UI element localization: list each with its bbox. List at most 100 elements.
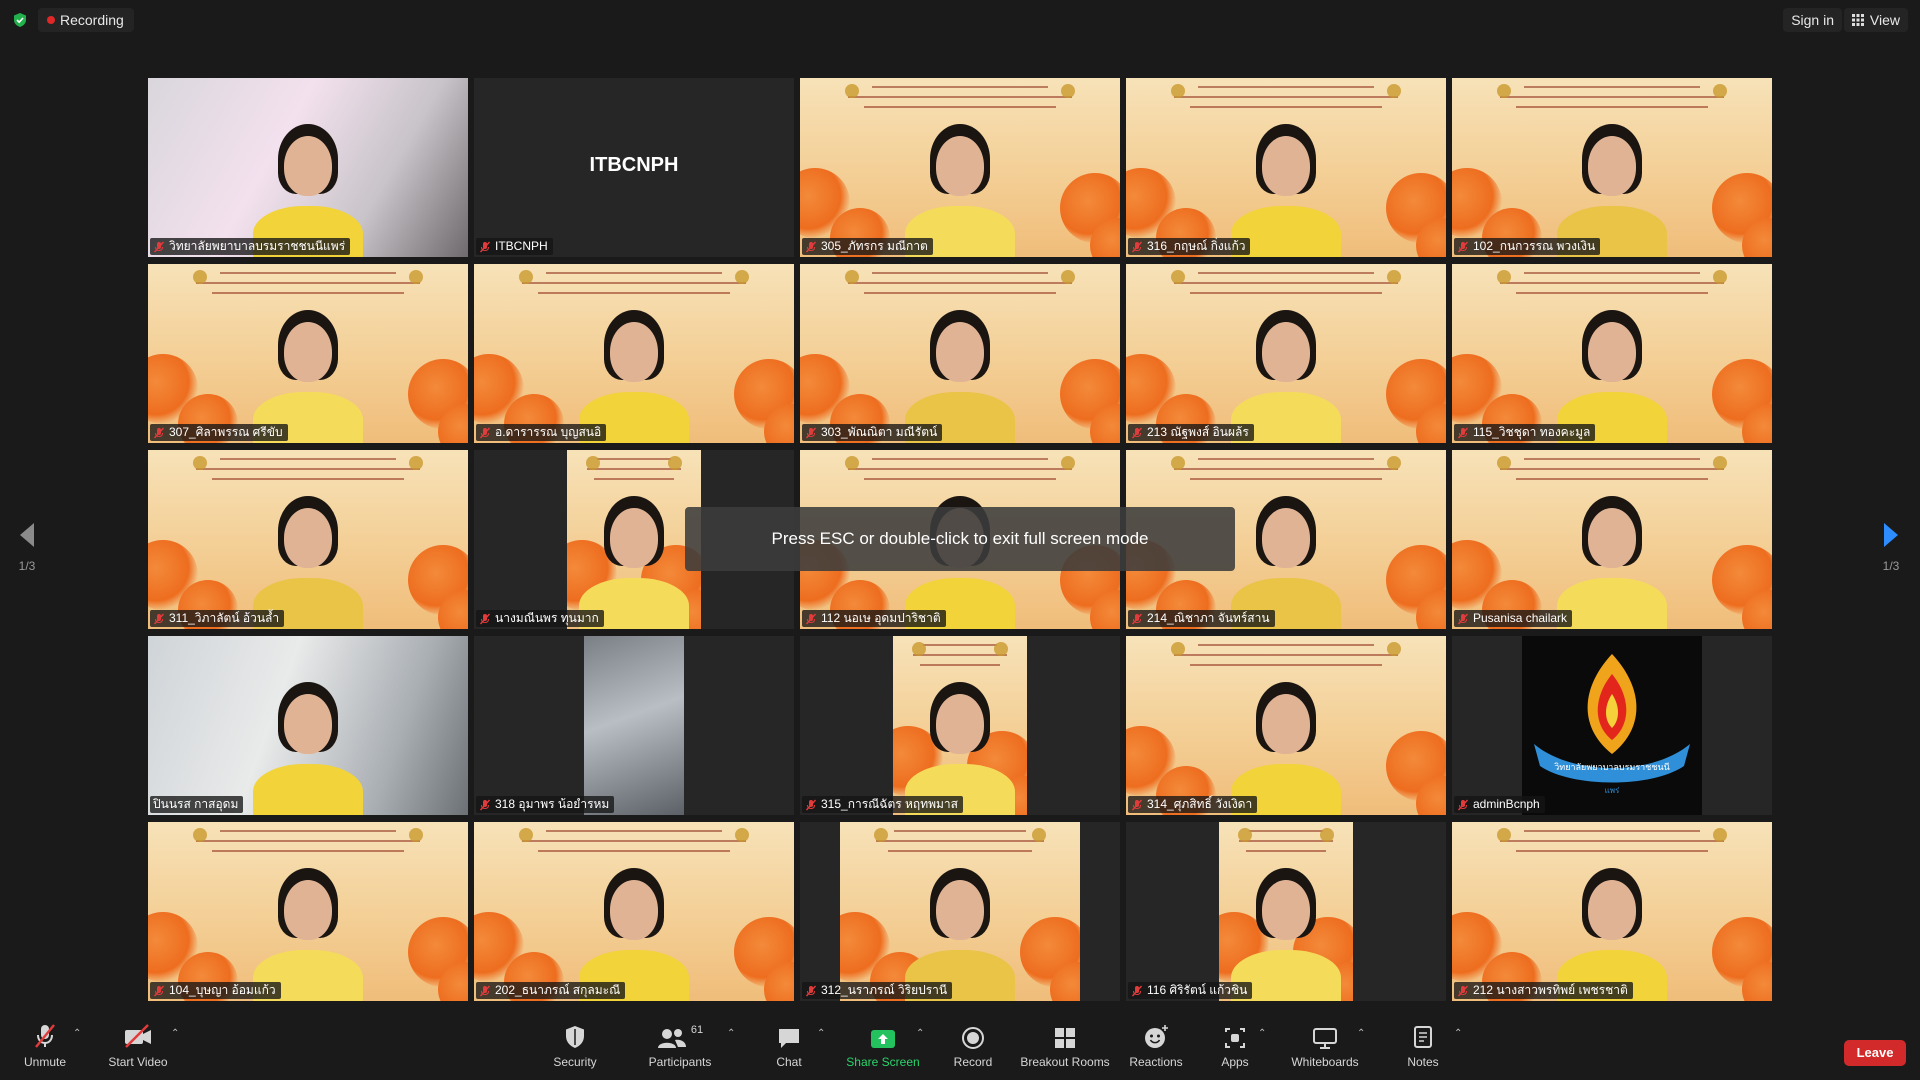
muted-microphone-icon [805,241,817,253]
chat-button[interactable]: Chat [764,1020,814,1076]
reactions-label: Reactions [1129,1055,1183,1069]
participant-name-text: 307_ศิลาพรรณ ศรีขับ [169,425,283,439]
security-button[interactable]: Security [548,1020,602,1076]
page-count-left: 1/3 [18,559,36,573]
start-video-button[interactable]: Start Video [106,1020,170,1076]
participant-video [800,264,1120,443]
participant-name-text: 112 นอเษ อุดมปาริชาติ [821,611,941,625]
notes-caret-icon[interactable]: ⌃ [1454,1028,1464,1039]
participant-name-label: 316_กฤษณ์ กิ่งแก้ว [1128,238,1251,255]
muted-microphone-icon [805,799,817,811]
audio-options-caret-icon[interactable]: ⌃ [73,1028,83,1039]
participant-name-text: adminBcnph [1473,797,1540,811]
participant-name-text: 214_ณิชาภา จันทร์สาน [1147,611,1270,625]
participant-name-text: 312_นราภรณ์ วิริยปรานี [821,983,948,997]
meeting-toolbar: Unmute ⌃ Start Video ⌃ Security 61 Parti… [0,1010,1920,1080]
participant-tile[interactable]: 102_กนกวรรณ พวงเงิน [1452,78,1772,257]
participant-name-label: ปินนรส กาสอุดม [150,796,244,813]
muted-microphone-icon [1131,241,1143,253]
notes-icon [1414,1026,1432,1048]
participant-name-label: อ.ดารารรณ บุญสนอิ [476,424,607,441]
participant-tile[interactable]: 307_ศิลาพรรณ ศรีขับ [148,264,468,443]
encryption-shield-icon[interactable] [12,12,28,28]
participant-tile[interactable]: 311_วิภาลัตน์ อ้วนล้ำ [148,450,468,629]
participant-name-label: 318 อุมาพร น้อยำรหม [476,796,615,813]
chat-bubble-icon [779,1029,799,1048]
participant-tile[interactable]: 314_ศุภสิทธิ์ วังเงิดา [1126,636,1446,815]
prev-page-button[interactable]: 1/3 [12,522,42,573]
muted-microphone-icon [1457,799,1469,811]
logo-subtext: แพร่ [1604,786,1620,795]
sign-in-button[interactable]: Sign in [1783,8,1842,32]
participant-tile[interactable]: 312_นราภรณ์ วิริยปรานี [800,822,1120,1001]
start-video-label: Start Video [108,1055,168,1069]
participant-tile[interactable]: 316_กฤษณ์ กิ่งแก้ว [1126,78,1446,257]
participant-name-text: 116 ศิริรัตน์ แก้วชิน [1147,983,1248,997]
participant-tile[interactable]: Pusanisa chailark [1452,450,1772,629]
whiteboards-caret-icon[interactable]: ⌃ [1357,1028,1367,1039]
leave-button[interactable]: Leave [1844,1040,1906,1066]
active-speaker-tile[interactable]: ปินนรส กาสอุดม [148,636,468,815]
reactions-button[interactable]: Reactions [1128,1020,1184,1076]
participant-name-text: 303_พัณณิตา มณีรัตน์ [821,425,938,439]
participant-tile[interactable]: 315_การณีฉัตร หฤทพมาส [800,636,1120,815]
notes-label: Notes [1407,1055,1439,1069]
participant-tile[interactable]: 212 นางสาวพรทิพย์ เพชรชาติ [1452,822,1772,1001]
share-screen-button[interactable]: Share Screen [846,1020,920,1076]
participant-tile[interactable]: วิทยาลัยพยาบาลบรมราชชนนี แพร่ adminBcnph [1452,636,1772,815]
whiteboards-button[interactable]: Whiteboards [1288,1020,1362,1076]
whiteboards-label: Whiteboards [1291,1055,1359,1069]
muted-microphone-icon [479,241,491,253]
participant-tile[interactable]: 202_ธนาภรณ์ สกุลมะณี [474,822,794,1001]
share-caret-icon[interactable]: ⌃ [916,1028,926,1039]
participant-video [148,450,468,629]
participant-tile[interactable]: ITBCNPH ITBCNPH [474,78,794,257]
participant-tile[interactable]: อ.ดารารรณ บุญสนอิ [474,264,794,443]
participants-button[interactable]: 61 Participants [648,1020,712,1076]
breakout-rooms-icon [1055,1028,1075,1048]
record-label: Record [953,1055,993,1069]
chat-caret-icon[interactable]: ⌃ [817,1028,827,1039]
participant-video [567,450,701,629]
participant-tile[interactable]: 305_ภัทรกร มณีกาต [800,78,1120,257]
recording-indicator[interactable]: Recording [38,8,134,32]
participant-name-label: 115_วิชชุดา ทองคะมูล [1454,424,1596,441]
apps-caret-icon[interactable]: ⌃ [1258,1028,1268,1039]
participants-icon [657,1029,686,1048]
participant-video: วิทยาลัยพยาบาลบรมราชชนนีแพร่ [1522,636,1702,815]
participant-tile[interactable]: 303_พัณณิตา มณีรัตน์ [800,264,1120,443]
video-options-caret-icon[interactable]: ⌃ [171,1028,181,1039]
participant-tile[interactable]: 318 อุมาพร น้อยำรหม [474,636,794,815]
breakout-rooms-button[interactable]: Breakout Rooms [1020,1020,1110,1076]
participant-name-label: 212 นางสาวพรทิพย์ เพชรชาติ [1454,982,1633,999]
participant-name-text: 115_วิชชุดา ทองคะมูล [1473,425,1591,439]
participant-tile[interactable]: 104_บุษญา อ้อมแก้ว [148,822,468,1001]
view-label: View [1869,12,1900,28]
participant-name-text: นางมณีนพร ทุนมาก [495,611,599,625]
participant-name-text: 311_วิภาลัตน์ อ้วนล้ำ [169,611,280,625]
participant-display-name: ITBCNPH [589,154,679,176]
participants-caret-icon[interactable]: ⌃ [727,1028,737,1039]
participant-tile[interactable]: 213 ณัฐพงส์ อินผล้ร [1126,264,1446,443]
participant-name-label: adminBcnph [1454,796,1545,813]
logo-banner-text: วิทยาลัยพยาบาลบรมราชชนนี [1554,762,1670,772]
view-button[interactable]: View [1843,8,1908,32]
participant-name-label: 303_พัณณิตา มณีรัตน์ [802,424,943,441]
participant-tile[interactable]: 116 ศิริรัตน์ แก้วชิน [1126,822,1446,1001]
participant-name-label: 312_นราภรณ์ วิริยปรานี [802,982,953,999]
participant-name-label: ITBCNPH [476,238,553,255]
zoom-meeting-window: Recording Sign in View วิทยาลัยพยาบาลบรม… [0,0,1920,1080]
participants-count: 61 [690,1024,704,1036]
participant-tile[interactable]: วิทยาลัยพยาบาลบรมราชชนนีแพร่ [148,78,468,257]
record-button[interactable]: Record [948,1020,998,1076]
apps-button[interactable]: Apps [1215,1020,1255,1076]
participant-tile[interactable]: 115_วิชชุดา ทองคะมูล [1452,264,1772,443]
participant-name-text: ปินนรส กาสอุดม [153,797,239,811]
unmute-button[interactable]: Unmute [18,1020,72,1076]
participant-video [1126,264,1446,443]
next-page-button[interactable]: 1/3 [1876,522,1906,573]
page-count-right: 1/3 [1882,559,1900,573]
participant-name-label: 311_วิภาลัตน์ อ้วนล้ำ [150,610,285,627]
participant-name-text: วิทยาลัยพยาบาลบรมราชชนนีแพร่ [169,239,346,253]
notes-button[interactable]: Notes [1398,1020,1448,1076]
